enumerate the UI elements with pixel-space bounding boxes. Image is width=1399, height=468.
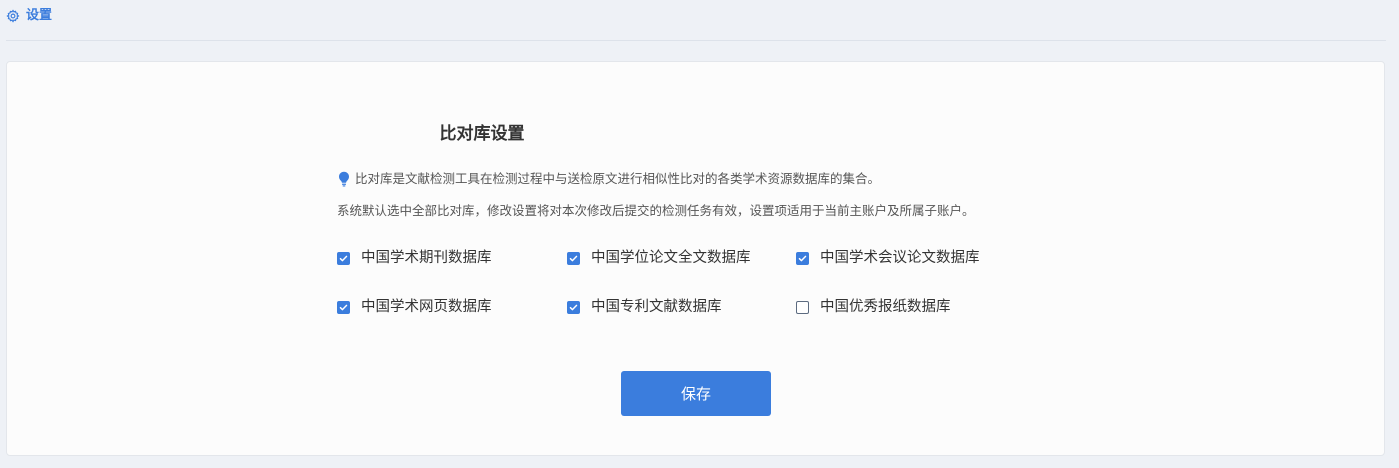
webpage-db-label: 中国学术网页数据库 [361, 299, 492, 315]
breadcrumb-title: 设置 [26, 8, 53, 23]
option-thesis-db[interactable]: 中国学位论文全文数据库 [567, 248, 751, 268]
option-newspaper-db[interactable]: 中国优秀报纸数据库 [796, 297, 951, 317]
heading-container: 比对库设置 [222, 122, 742, 146]
lightbulb-icon [337, 170, 351, 188]
patent-db-label: 中国专利文献数据库 [591, 299, 722, 315]
thesis-db-label: 中国学位论文全文数据库 [591, 250, 751, 266]
description-line-1: 比对库是文献检测工具在检测过程中与送检原文进行相似性比对的各类学术资源数据库的集… [337, 170, 880, 188]
conference-db-checkbox[interactable] [796, 251, 809, 265]
webpage-db-checkbox[interactable] [337, 300, 350, 314]
conference-db-label: 中国学术会议论文数据库 [820, 250, 980, 266]
database-options: 中国学术期刊数据库 中国学位论文全文数据库 中国学术会议论文数据库 中国学术网页… [337, 248, 1037, 338]
option-journal-db[interactable]: 中国学术期刊数据库 [337, 248, 492, 268]
journal-db-label: 中国学术期刊数据库 [361, 250, 492, 266]
newspaper-db-checkbox[interactable] [796, 300, 809, 314]
newspaper-db-label: 中国优秀报纸数据库 [820, 299, 951, 315]
page-title: 比对库设置 [439, 124, 525, 144]
thesis-db-checkbox[interactable] [567, 251, 580, 265]
description-line-2: 系统默认选中全部比对库，修改设置将对本次修改后提交的检测任务有效，设置项适用于当… [337, 203, 975, 218]
settings-card: 比对库设置 比对库是文献检测工具在检测过程中与送检原文进行相似性比对的各类学术资… [6, 61, 1385, 456]
option-webpage-db[interactable]: 中国学术网页数据库 [337, 297, 492, 317]
gear-icon [6, 9, 20, 23]
journal-db-checkbox[interactable] [337, 251, 350, 265]
option-conference-db[interactable]: 中国学术会议论文数据库 [796, 248, 980, 268]
top-bar: 设置 [0, 0, 1399, 41]
option-patent-db[interactable]: 中国专利文献数据库 [567, 297, 722, 317]
description-text-1: 比对库是文献检测工具在检测过程中与送检原文进行相似性比对的各类学术资源数据库的集… [355, 171, 881, 186]
patent-db-checkbox[interactable] [567, 300, 580, 314]
breadcrumb: 设置 [6, 7, 52, 25]
top-divider [6, 40, 1386, 41]
save-button[interactable]: 保存 [621, 371, 771, 416]
